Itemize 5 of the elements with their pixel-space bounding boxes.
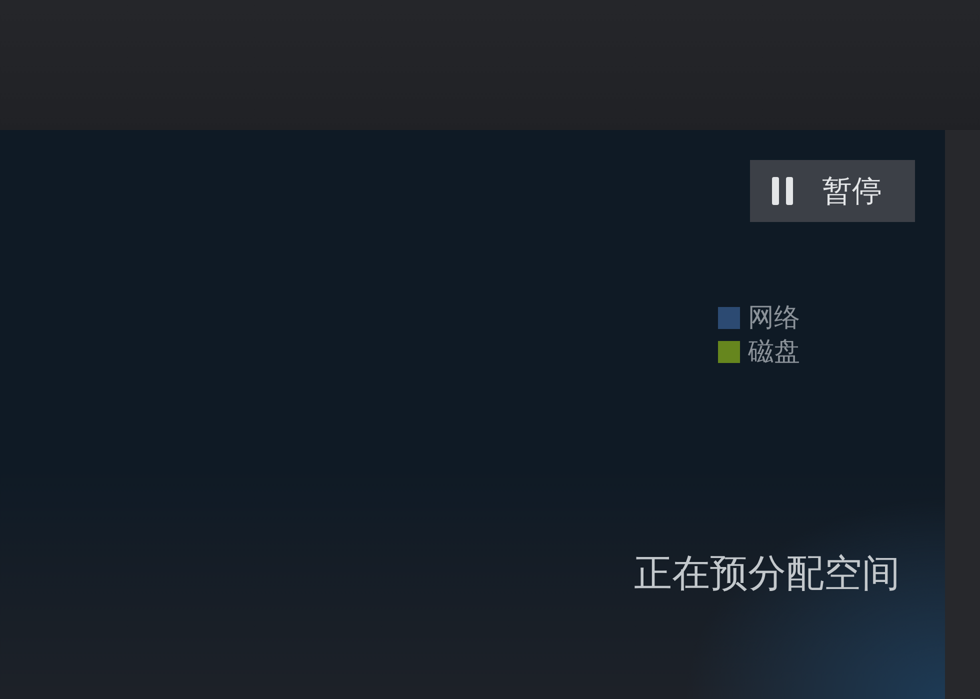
legend-label: 磁盘 <box>748 336 800 368</box>
pause-icon <box>770 176 796 206</box>
legend-label: 网络 <box>748 302 800 334</box>
status-text: 正在预分配空间 <box>634 550 900 597</box>
pause-button[interactable]: 暂停 <box>750 160 915 222</box>
